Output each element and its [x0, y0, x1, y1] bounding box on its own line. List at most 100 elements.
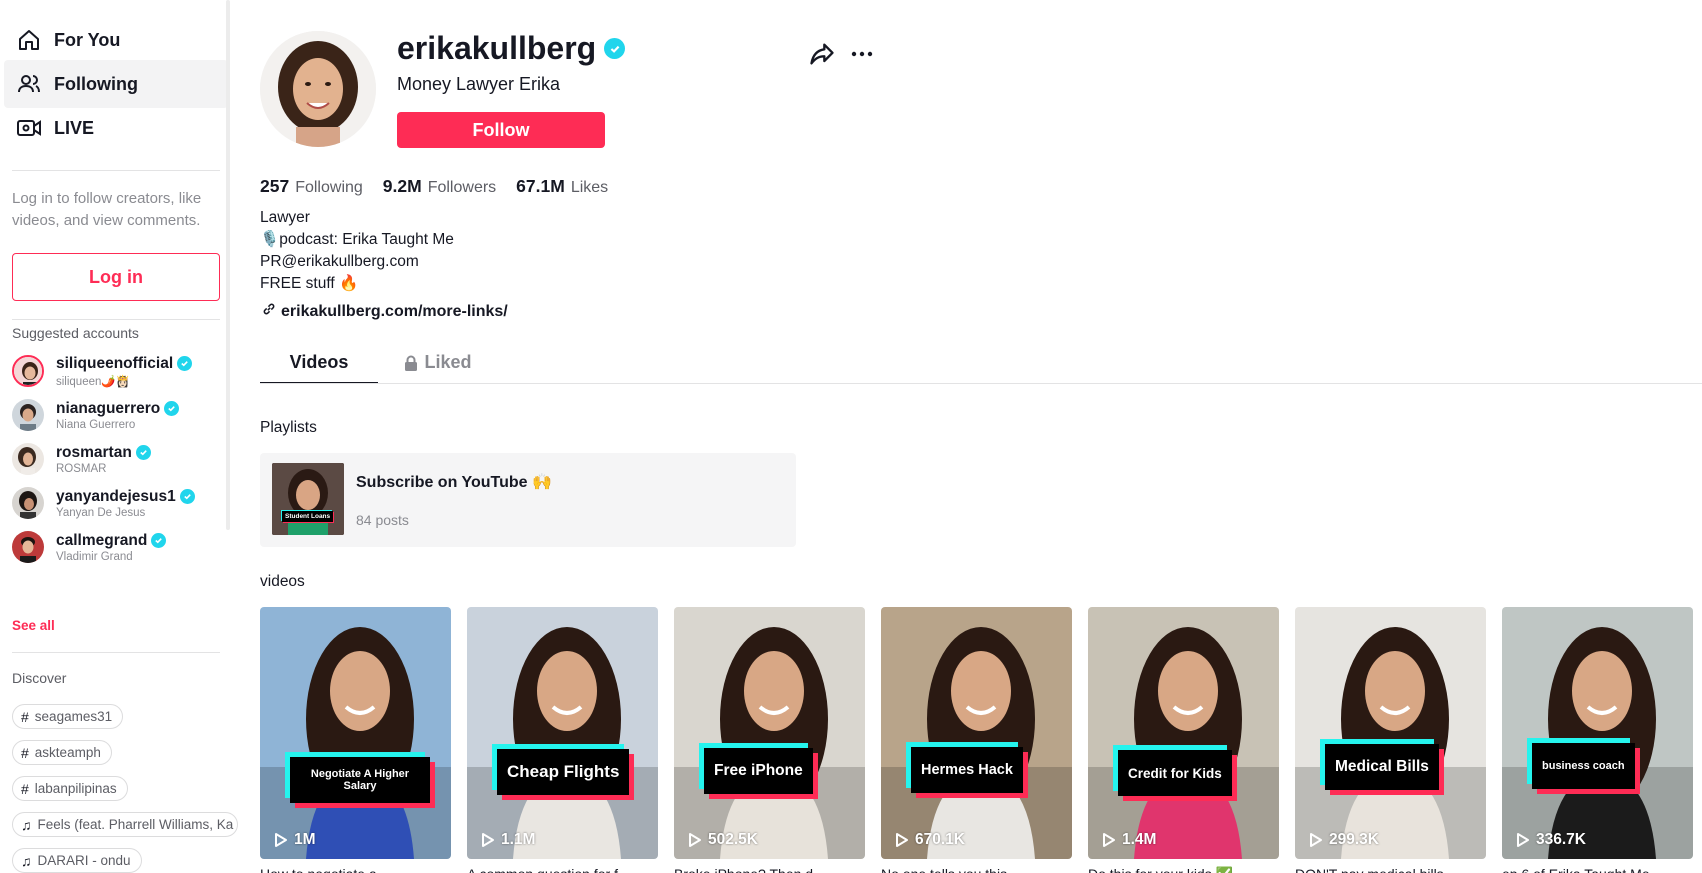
video-caption: Medical Bills [1325, 744, 1439, 790]
account-nickname: siliqueen🌶️👸🏻 [56, 375, 131, 388]
video-views: 1.1M [481, 831, 535, 849]
share-icon[interactable] [808, 40, 836, 68]
play-icon [689, 833, 701, 847]
divider [12, 652, 220, 653]
bio-line: FREE stuff 🔥 [260, 275, 359, 292]
video-description[interactable]: How to negotiate a [260, 866, 440, 873]
views-count: 1.1M [501, 831, 536, 848]
nav-label: For You [54, 29, 121, 50]
thumbnail-caption: Student Loans [282, 511, 334, 522]
more-options-icon[interactable] [848, 40, 876, 68]
video-views: 670.1K [895, 831, 965, 849]
avatar [12, 399, 44, 431]
music-note-icon: ♫ [21, 852, 32, 869]
sidebar: For You Following LIVE Log in to follow … [0, 0, 238, 873]
tab-liked[interactable]: Liked [378, 352, 498, 384]
video-thumbnail [467, 607, 658, 859]
video-card[interactable]: Cheap Flights 1.1M [467, 607, 658, 859]
login-button[interactable]: Log in [12, 253, 220, 301]
hashtag-icon: # [21, 744, 29, 761]
avatar [12, 531, 44, 563]
tag-label: Feels (feat. Pharrell Williams, Ka [37, 817, 234, 832]
followers-count: 9.2M [382, 176, 422, 196]
discover-tag[interactable]: ♫ DARARI - ondu [12, 848, 142, 873]
video-card[interactable]: business coach 336.7K [1502, 607, 1693, 859]
playlist-card[interactable]: Student Loans Subscribe on YouTube 🙌 84 … [260, 453, 796, 547]
video-thumbnail [1088, 607, 1279, 859]
tag-label: askteamph [34, 745, 101, 760]
profile-avatar [260, 31, 376, 147]
video-description[interactable]: Do this for your kids ✅ [1088, 866, 1268, 873]
tabs-divider [260, 383, 1702, 384]
lock-icon [404, 352, 424, 376]
nav-live[interactable]: LIVE [4, 104, 228, 152]
video-description[interactable]: Broke iPhone? Then d [674, 866, 854, 873]
home-icon [16, 27, 42, 53]
account-username: callmegrand [56, 531, 148, 549]
video-views: 502.5K [688, 831, 758, 849]
suggested-account[interactable]: rosmartan ROSMAR [12, 437, 222, 481]
video-card[interactable]: Hermes Hack 670.1K [881, 607, 1072, 859]
sidebar-scrollbar[interactable] [226, 0, 230, 530]
tab-videos[interactable]: Videos [260, 352, 378, 384]
nav-following[interactable]: Following [4, 60, 228, 108]
profile-link[interactable]: erikakullberg.com/more-links/ [262, 302, 508, 321]
account-username: siliqueenofficial [56, 354, 174, 372]
verified-icon [179, 489, 195, 504]
account-username: rosmartan [56, 443, 132, 461]
bio-line: Lawyer [260, 209, 310, 226]
playlist-name: Subscribe on YouTube 🙌 [356, 474, 552, 491]
play-icon [1517, 833, 1529, 847]
video-card[interactable]: Medical Bills 299.3K [1295, 607, 1486, 859]
followers-stat[interactable]: 9.2M Followers [383, 176, 496, 197]
video-description[interactable]: No one tells you this [881, 866, 1061, 873]
video-views: 1.4M [1102, 831, 1156, 849]
suggested-account[interactable]: callmegrand Vladimir Grand [12, 525, 222, 569]
play-icon [1103, 833, 1115, 847]
see-all-link[interactable]: See all [12, 618, 55, 633]
video-card[interactable]: Free iPhone 502.5K [674, 607, 865, 859]
video-description[interactable]: DON'T pay medical bills [1295, 866, 1475, 873]
follow-button[interactable]: Follow [397, 112, 605, 148]
video-description[interactable]: A common question for f [467, 866, 647, 873]
video-card[interactable]: Negotiate A Higher Salary 1M [260, 607, 451, 859]
profile-bio: Lawyer 🎙️podcast: Erika Taught Me PR@eri… [260, 207, 454, 295]
live-icon [16, 115, 42, 141]
video-caption: Credit for Kids [1118, 750, 1232, 796]
video-thumbnail [1295, 607, 1486, 859]
bio-line: 🎙️podcast: Erika Taught Me [260, 231, 454, 248]
account-username: yanyandejesus1 [56, 487, 176, 505]
videos-title: videos [260, 573, 305, 590]
verified-icon [177, 356, 193, 371]
discover-tag[interactable]: # askteamph [12, 740, 112, 765]
following-stat[interactable]: 257 Following [260, 176, 363, 197]
bio-line: PR@erikakullberg.com [260, 253, 419, 270]
discover-tag[interactable]: ♫ Feels (feat. Pharrell Williams, Ka [12, 812, 238, 837]
link-icon [262, 302, 281, 321]
playlists-title: Playlists [260, 419, 317, 436]
video-thumbnail [1502, 607, 1693, 859]
profile-stats: 257 Following 9.2M Followers 67.1M Likes [260, 176, 628, 197]
video-description[interactable]: ep 6 of Erika Taught Me [1502, 866, 1682, 873]
account-nickname: ROSMAR [56, 462, 107, 475]
suggested-account[interactable]: nianaguerrero Niana Guerrero [12, 393, 222, 437]
discover-tag[interactable]: # labanpilipinas [12, 776, 128, 801]
likes-count: 67.1M [516, 176, 565, 196]
suggested-accounts-title: Suggested accounts [12, 325, 139, 341]
discover-tag[interactable]: # seagames31 [12, 704, 124, 729]
play-icon [275, 833, 287, 847]
nav-for-you[interactable]: For You [4, 16, 228, 64]
verified-icon [151, 533, 167, 548]
nav-label: LIVE [54, 117, 95, 138]
video-caption: Cheap Flights [497, 749, 630, 795]
suggested-account[interactable]: yanyandejesus1 Yanyan De Jesus [12, 481, 222, 525]
account-nickname: Vladimir Grand [56, 550, 133, 563]
views-count: 502.5K [708, 831, 758, 848]
account-username: nianaguerrero [56, 399, 161, 417]
nav-label: Following [54, 73, 138, 94]
suggested-account[interactable]: siliqueenofficial siliqueen🌶️👸🏻 [12, 349, 222, 393]
video-card[interactable]: Credit for Kids 1.4M [1088, 607, 1279, 859]
views-count: 1.4M [1122, 831, 1157, 848]
following-label: Following [295, 179, 363, 196]
likes-label: Likes [570, 179, 609, 196]
